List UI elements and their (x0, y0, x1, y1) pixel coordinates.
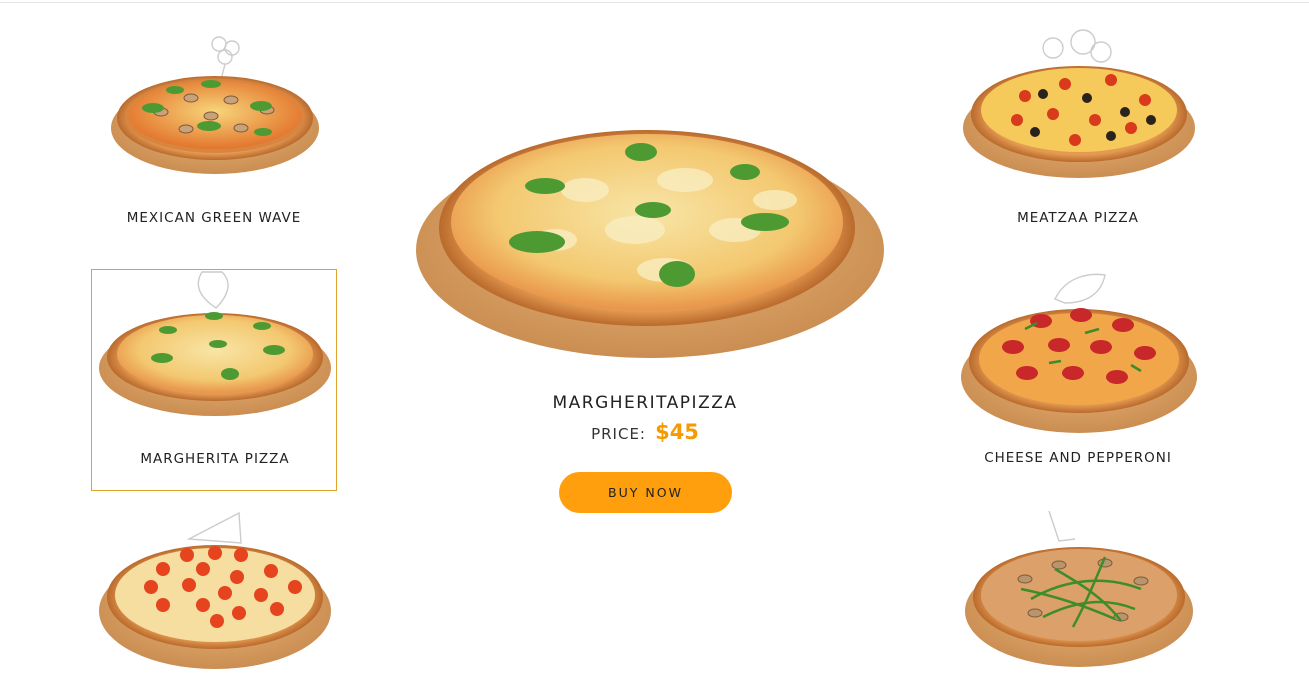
menu-item-cheese-and-pepperoni[interactable]: CHEESE AND PEPPERONI (955, 269, 1201, 491)
pizza-image (99, 271, 331, 416)
buy-now-button[interactable]: BUY NOW (559, 472, 732, 513)
pizza-image (961, 273, 1197, 433)
pizza-image (99, 511, 331, 669)
menu-item-mexican-green-wave[interactable]: MEXICAN GREEN WAVE (91, 24, 337, 239)
pizza-image (111, 36, 319, 174)
menu-item-cherry-tomato-pizza[interactable] (91, 509, 337, 689)
price-row: PRICE: $45 (460, 420, 830, 444)
menu-item-label: CHEESE AND PEPPERONI (984, 450, 1172, 466)
featured-pizza-image (416, 130, 884, 358)
featured-pizza-title: MARGHERITAPIZZA (552, 393, 738, 413)
price-label: PRICE: (591, 425, 646, 443)
price-value: $45 (655, 420, 699, 444)
menu-item-label: MEATZAA PIZZA (1017, 210, 1139, 226)
menu-item-meatzaa-pizza[interactable]: MEATZAA PIZZA (955, 24, 1201, 239)
menu-item-label: MEXICAN GREEN WAVE (126, 210, 302, 226)
menu-item-label: MARGHERITA PIZZA (140, 451, 290, 467)
menu-item-arugula-pizza[interactable] (955, 509, 1201, 689)
top-divider (0, 2, 1309, 3)
pizza-image (963, 29, 1195, 178)
pizza-image (965, 510, 1193, 667)
menu-item-margherita-pizza[interactable]: MARGHERITA PIZZA (91, 269, 337, 491)
